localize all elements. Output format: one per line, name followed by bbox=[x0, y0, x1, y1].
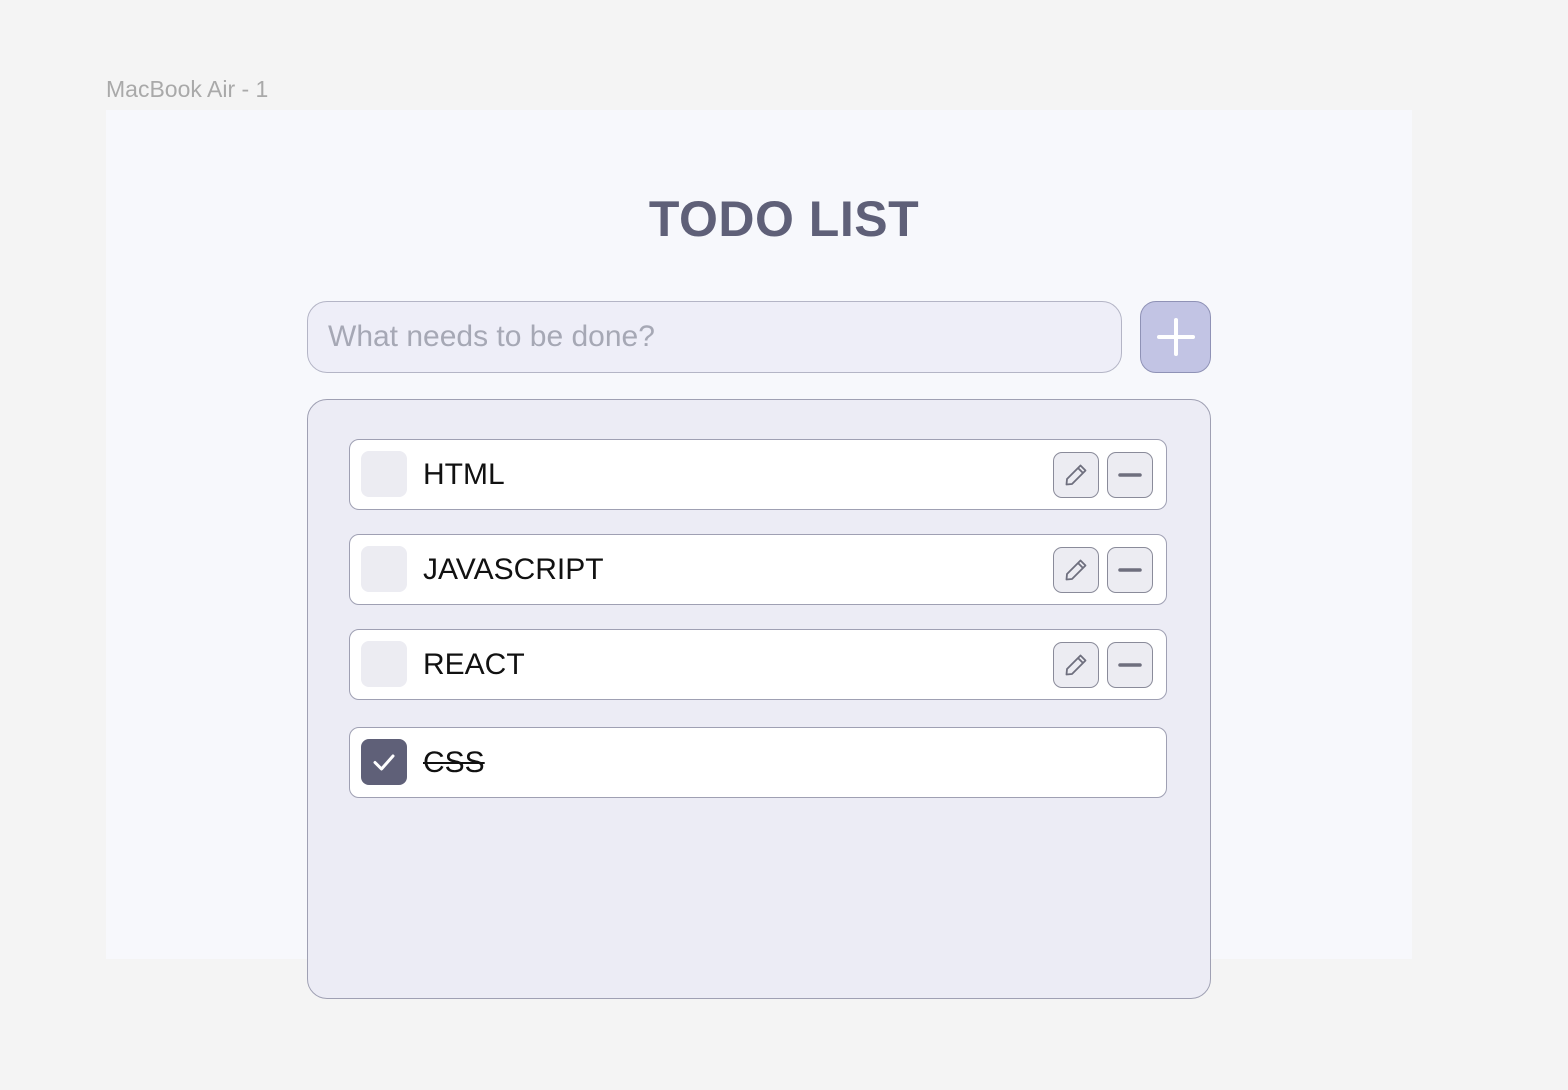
todo-item: HTML bbox=[349, 439, 1167, 510]
app-title: TODO LIST bbox=[648, 191, 920, 247]
new-todo-input[interactable] bbox=[307, 301, 1122, 373]
edit-button[interactable] bbox=[1053, 642, 1099, 688]
todo-checkbox[interactable] bbox=[361, 641, 407, 687]
remove-button[interactable] bbox=[1107, 452, 1153, 498]
pencil-icon bbox=[1065, 464, 1087, 486]
minus-icon bbox=[1118, 663, 1142, 667]
frame-label: MacBook Air - 1 bbox=[106, 76, 269, 102]
todo-checkbox-checked[interactable] bbox=[361, 739, 407, 785]
pencil-icon bbox=[1065, 654, 1087, 676]
todo-item: JAVASCRIPT bbox=[349, 534, 1167, 605]
todo-label: JAVASCRIPT bbox=[423, 553, 604, 586]
pencil-icon bbox=[1065, 559, 1087, 581]
minus-icon bbox=[1118, 473, 1142, 477]
remove-button[interactable] bbox=[1107, 642, 1153, 688]
todo-label: HTML bbox=[423, 458, 505, 491]
plus-icon bbox=[1156, 318, 1195, 356]
todo-label: REACT bbox=[423, 648, 525, 681]
checkmark-icon bbox=[373, 754, 395, 771]
remove-button[interactable] bbox=[1107, 547, 1153, 593]
todo-label: CSS bbox=[423, 746, 485, 779]
edit-button[interactable] bbox=[1053, 452, 1099, 498]
todo-checkbox[interactable] bbox=[361, 451, 407, 497]
minus-icon bbox=[1118, 568, 1142, 572]
todo-checkbox[interactable] bbox=[361, 546, 407, 592]
todo-item-completed: CSS bbox=[349, 727, 1167, 798]
edit-button[interactable] bbox=[1053, 547, 1099, 593]
todo-item: REACT bbox=[349, 629, 1167, 700]
add-todo-button[interactable] bbox=[1140, 301, 1211, 373]
